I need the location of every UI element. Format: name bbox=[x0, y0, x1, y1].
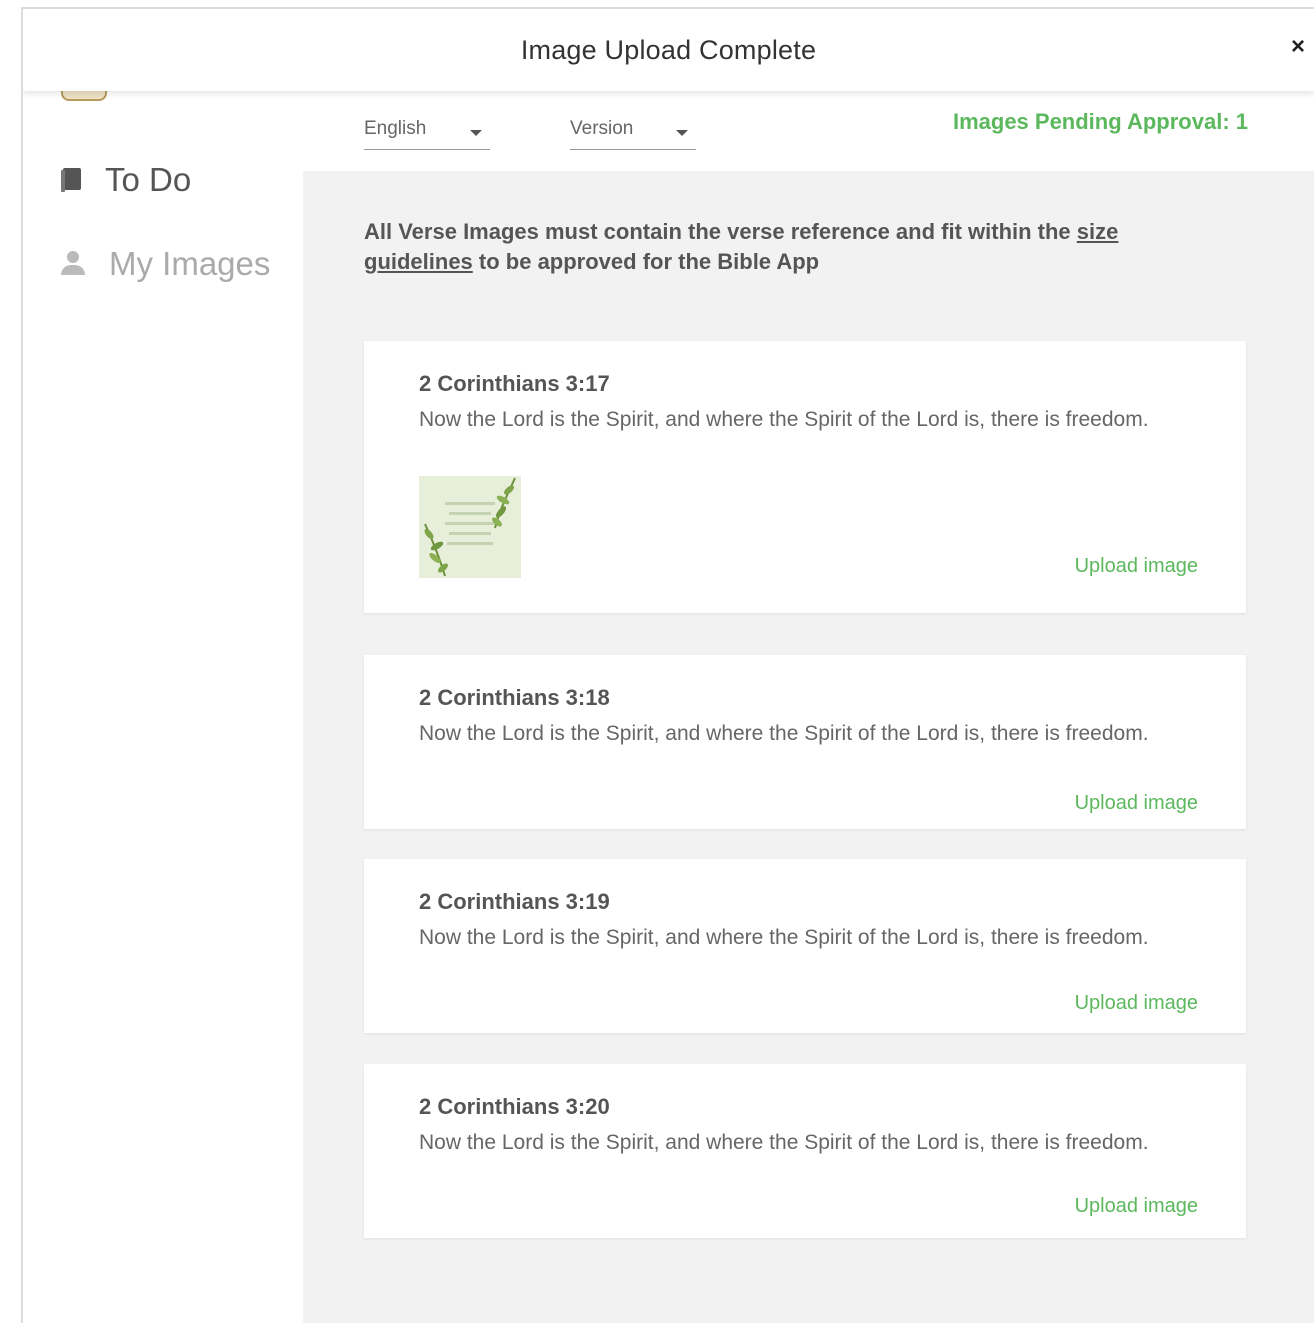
close-button[interactable]: × bbox=[1284, 33, 1312, 61]
pending-approval-count: Images Pending Approval: 1 bbox=[952, 109, 1248, 134]
verse-reference: 2 Corinthians 3:18 bbox=[419, 685, 610, 710]
language-select-value: English bbox=[364, 118, 427, 139]
guidelines-notice: All Verse Images must contain the verse … bbox=[364, 217, 1164, 277]
verse-reference: 2 Corinthians 3:19 bbox=[419, 889, 610, 914]
verse-text: Now the Lord is the Spirit, and where th… bbox=[419, 1131, 1149, 1154]
verse-card: 2 Corinthians 3:17 Now the Lord is the S… bbox=[364, 341, 1246, 613]
sidebar-item-label: My Images bbox=[109, 245, 271, 282]
user-icon bbox=[61, 251, 85, 277]
filter-bar: English Version Images Pending Approval:… bbox=[303, 91, 1314, 171]
sidebar-item-label: To Do bbox=[105, 161, 192, 198]
verse-reference: 2 Corinthians 3:20 bbox=[419, 1094, 610, 1119]
verse-text: Now the Lord is the Spirit, and where th… bbox=[419, 722, 1149, 745]
version-select-value: Version bbox=[570, 118, 634, 139]
upload-image-link[interactable]: Upload image bbox=[1075, 1195, 1198, 1218]
modal-header: Image Upload Complete × bbox=[23, 9, 1314, 91]
caret-down-icon bbox=[470, 130, 482, 136]
notice-text: All Verse Images must contain the verse … bbox=[364, 219, 1077, 244]
sidebar-item-to-do[interactable]: To Do bbox=[61, 161, 191, 199]
sidebar: To Do My Images bbox=[23, 91, 303, 1323]
notice-text-end: to be approved for the Bible App bbox=[472, 249, 820, 274]
verse-image-thumbnail[interactable] bbox=[419, 476, 521, 578]
version-select[interactable]: Version bbox=[570, 118, 696, 150]
verse-text: Now the Lord is the Spirit, and where th… bbox=[419, 926, 1149, 949]
main-content: English Version Images Pending Approval:… bbox=[303, 91, 1314, 1323]
verse-text: Now the Lord is the Spirit, and where th… bbox=[419, 408, 1149, 431]
upload-image-link[interactable]: Upload image bbox=[1075, 792, 1198, 815]
book-icon bbox=[61, 168, 81, 192]
leaf-branch-icon bbox=[419, 476, 521, 578]
upload-image-link[interactable]: Upload image bbox=[1075, 992, 1198, 1015]
sidebar-item-my-images[interactable]: My Images bbox=[61, 245, 270, 283]
modal-frame: Image Upload Complete × To Do My Images … bbox=[21, 7, 1314, 1323]
verse-card: 2 Corinthians 3:19 Now the Lord is the S… bbox=[364, 859, 1246, 1033]
verse-card: 2 Corinthians 3:20 Now the Lord is the S… bbox=[364, 1064, 1246, 1238]
upload-image-link[interactable]: Upload image bbox=[1075, 555, 1198, 578]
caret-down-icon bbox=[676, 130, 688, 136]
modal-title: Image Upload Complete bbox=[520, 35, 817, 65]
verse-card: 2 Corinthians 3:18 Now the Lord is the S… bbox=[364, 655, 1246, 829]
language-select[interactable]: English bbox=[364, 118, 490, 150]
verse-reference: 2 Corinthians 3:17 bbox=[419, 371, 610, 396]
